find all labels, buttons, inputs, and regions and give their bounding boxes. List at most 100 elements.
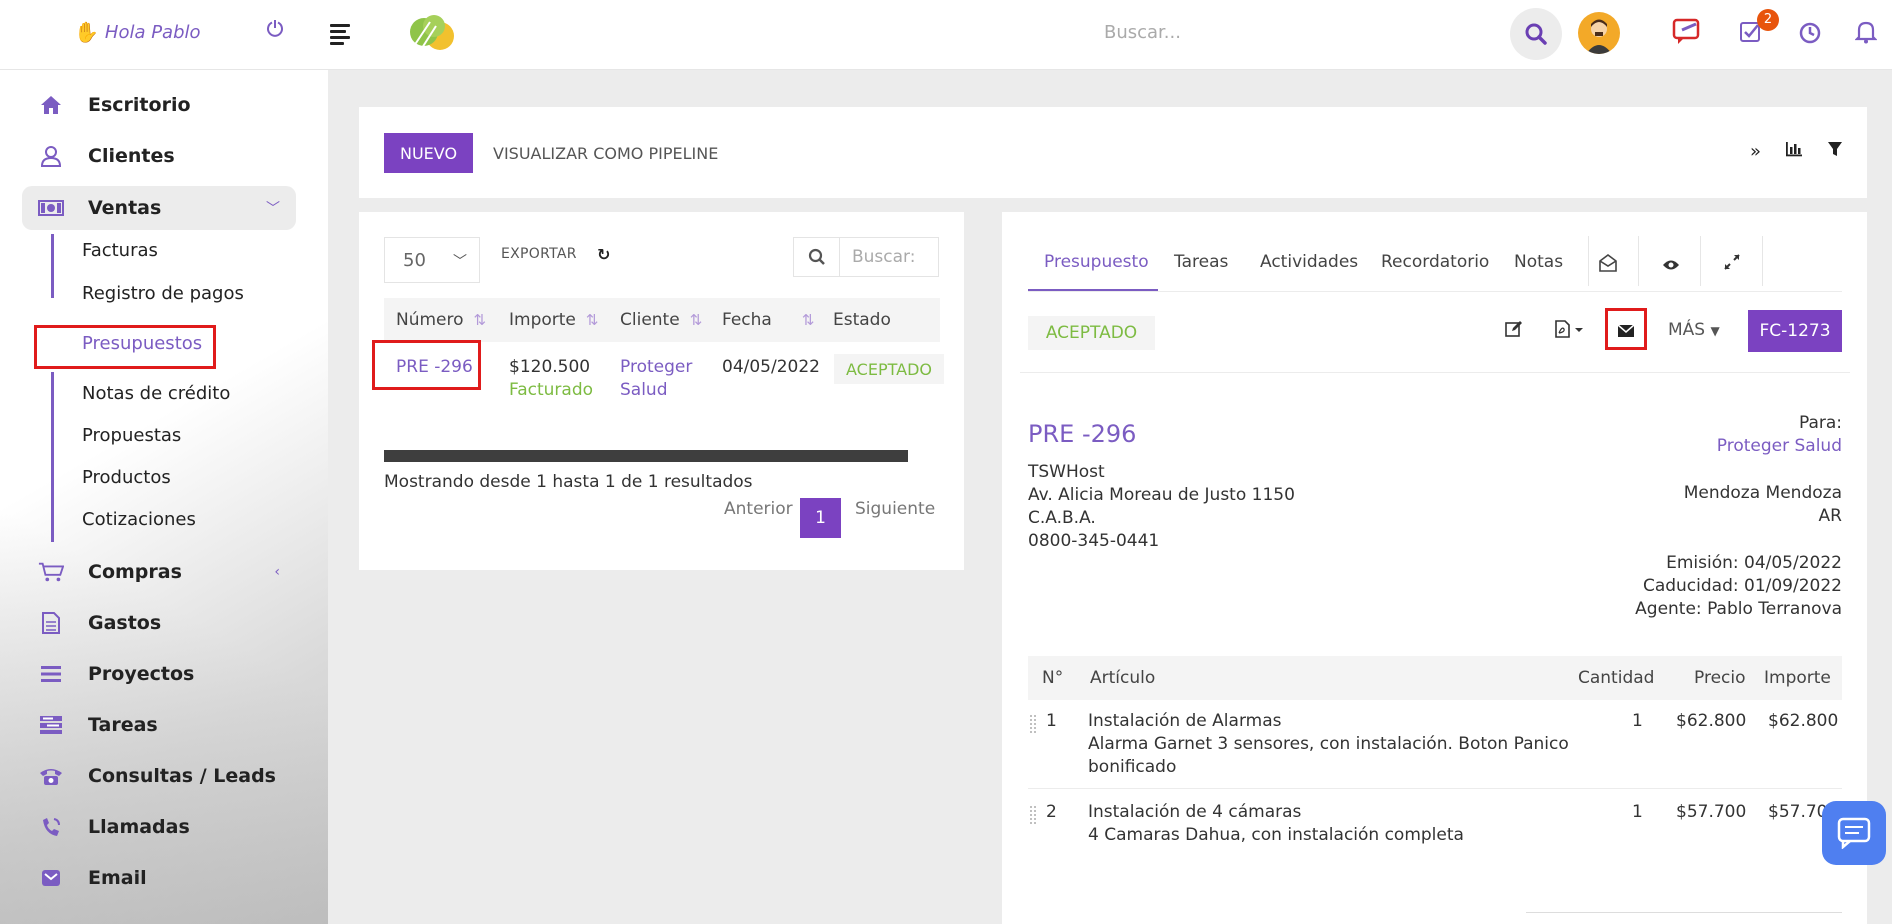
tab-separator (1588, 236, 1589, 286)
eye-icon[interactable] (1662, 256, 1680, 276)
bell-icon[interactable] (1854, 20, 1878, 49)
new-button[interactable]: NUEVO (384, 133, 474, 173)
tab-actividades[interactable]: Actividades (1260, 252, 1358, 272)
pagination-page-1[interactable]: 1 (800, 498, 841, 538)
row-cliente-link-1[interactable]: Proteger (620, 355, 692, 379)
status-badge: ACEPTADO (834, 354, 944, 384)
client-link[interactable]: Proteger Salud (1717, 436, 1842, 456)
envelope-open-icon[interactable] (1599, 254, 1617, 277)
list-search-input[interactable]: Buscar: (793, 237, 939, 277)
highlight-numero (372, 340, 481, 390)
power-icon[interactable] (266, 18, 284, 42)
sidebar-item-consultas[interactable]: Consultas / Leads (22, 755, 296, 797)
company-street: Av. Alicia Moreau de Justo 1150 (1028, 485, 1295, 505)
sidebar-subitem-facturas[interactable]: Facturas (82, 240, 158, 261)
tab-separator (1762, 236, 1763, 286)
sort-icon: ⇅ (585, 311, 599, 329)
sidebar-item-label: Email (88, 867, 147, 889)
tab-notas[interactable]: Notas (1514, 252, 1563, 272)
menu-toggle-icon[interactable] (330, 24, 350, 48)
sidebar-item-label: Tareas (88, 714, 158, 736)
items-col-precio: Precio (1694, 668, 1746, 688)
pdf-dropdown-icon[interactable] (1555, 320, 1585, 343)
sidebar-subitem-registro-pagos[interactable]: Registro de pagos (82, 283, 244, 304)
tab-tareas[interactable]: Tareas (1174, 252, 1228, 272)
global-search-input[interactable]: Buscar... (1090, 10, 1490, 54)
filter-icon[interactable] (1827, 141, 1843, 162)
column-header-fecha[interactable]: Fecha ⇅ (722, 310, 814, 330)
agent: Agente: Pablo Terranova (1635, 599, 1842, 619)
column-header-estado[interactable]: Estado (833, 310, 891, 330)
home-icon (38, 95, 64, 115)
chat-widget-button[interactable] (1822, 801, 1886, 865)
tab-presupuesto[interactable]: Presupuesto (1044, 252, 1149, 272)
sidebar-subitem-productos[interactable]: Productos (82, 467, 171, 488)
bar-chart-icon[interactable] (1785, 141, 1803, 162)
sidebar-subitem-notas-credito[interactable]: Notas de crédito (82, 383, 230, 404)
export-button[interactable]: EXPORTAR (501, 246, 577, 262)
sidebar-item-ventas[interactable]: Ventas ﹀ (22, 186, 296, 230)
sidebar-subitem-propuestas[interactable]: Propuestas (82, 425, 181, 446)
brand-logo[interactable] (404, 12, 460, 52)
highlight-presupuestos (34, 325, 216, 369)
row-fecha: 04/05/2022 (722, 357, 820, 377)
clock-icon[interactable] (1799, 22, 1821, 49)
bars-icon (38, 665, 64, 683)
sidebar-item-gastos[interactable]: Gastos (22, 602, 296, 644)
item-number: 2 (1046, 802, 1057, 822)
item-qty: 1 (1632, 711, 1643, 731)
page-size-select[interactable]: 50 ﹀ (384, 237, 480, 283)
sort-icon: ⇅ (801, 311, 815, 329)
top-bar: ✋ Hola Pablo Buscar... 2 (0, 0, 1892, 70)
item-price: $57.700 (1676, 802, 1747, 822)
company-city: C.A.B.A. (1028, 508, 1096, 528)
items-table-header: N° Artículo Cantidad Precio Importe (1028, 656, 1842, 700)
search-button[interactable] (1510, 8, 1562, 60)
sidebar-item-compras[interactable]: Compras ‹ (22, 551, 296, 593)
sort-icon: ⇅ (473, 311, 487, 329)
row-cliente-link-2[interactable]: Salud (620, 378, 668, 402)
more-dropdown[interactable]: MÁS ▼ (1668, 320, 1720, 340)
column-header-cliente[interactable]: Cliente ⇅ (620, 310, 702, 330)
item-amount: $62.800 (1768, 711, 1839, 731)
sidebar-subitem-cotizaciones[interactable]: Cotizaciones (82, 509, 196, 530)
search-icon (1525, 23, 1547, 45)
sidebar-item-label: Proyectos (88, 663, 195, 685)
sidebar-item-proyectos[interactable]: Proyectos (22, 653, 296, 695)
greeting[interactable]: ✋ Hola Pablo (74, 20, 201, 44)
column-header-numero[interactable]: Número ⇅ (396, 310, 486, 330)
chevron-down-icon: ﹀ (266, 201, 280, 217)
double-chevron-right-icon[interactable]: » (1750, 141, 1761, 162)
greeting-text: Hola Pablo (104, 21, 201, 43)
pagination-prev[interactable]: Anterior (724, 499, 793, 519)
client-country: AR (1818, 506, 1842, 526)
chat-alert-icon[interactable] (1672, 18, 1702, 51)
horizontal-scrollbar[interactable] (384, 450, 908, 462)
invoice-link-button[interactable]: FC-1273 (1748, 310, 1842, 352)
sidebar-item-label: Clientes (88, 145, 175, 167)
column-header-importe[interactable]: Importe ⇅ (509, 310, 598, 330)
pagination-next[interactable]: Siguiente (855, 499, 935, 519)
expand-icon[interactable] (1724, 254, 1740, 275)
drag-handle-icon[interactable] (1029, 714, 1037, 734)
tab-recordatorio[interactable]: Recordatorio (1381, 252, 1489, 272)
waving-hand-icon: ✋ (74, 20, 99, 44)
edit-icon[interactable] (1505, 320, 1523, 343)
drag-handle-icon[interactable] (1029, 805, 1037, 825)
sidebar-item-email[interactable]: Email (22, 857, 296, 899)
tasks-check-icon[interactable] (1740, 22, 1760, 47)
chevron-left-icon: ‹ (274, 564, 280, 580)
pipeline-view-link[interactable]: VISUALIZAR COMO PIPELINE (493, 144, 718, 163)
refresh-icon[interactable]: ↻ (597, 245, 610, 264)
sidebar-item-tareas[interactable]: Tareas (22, 704, 296, 746)
sidebar-item-escritorio[interactable]: Escritorio (22, 84, 296, 126)
column-label: Importe (509, 310, 576, 330)
sidebar-item-label: Compras (88, 561, 182, 583)
user-avatar[interactable] (1578, 12, 1620, 54)
submenu-line (51, 234, 54, 298)
row-importe-status: Facturado (509, 380, 594, 400)
volume-control-phone-icon (38, 816, 64, 838)
sidebar-item-clientes[interactable]: Clientes (22, 135, 296, 177)
sidebar-item-llamadas[interactable]: Llamadas (22, 806, 296, 848)
phone-icon (38, 766, 64, 786)
